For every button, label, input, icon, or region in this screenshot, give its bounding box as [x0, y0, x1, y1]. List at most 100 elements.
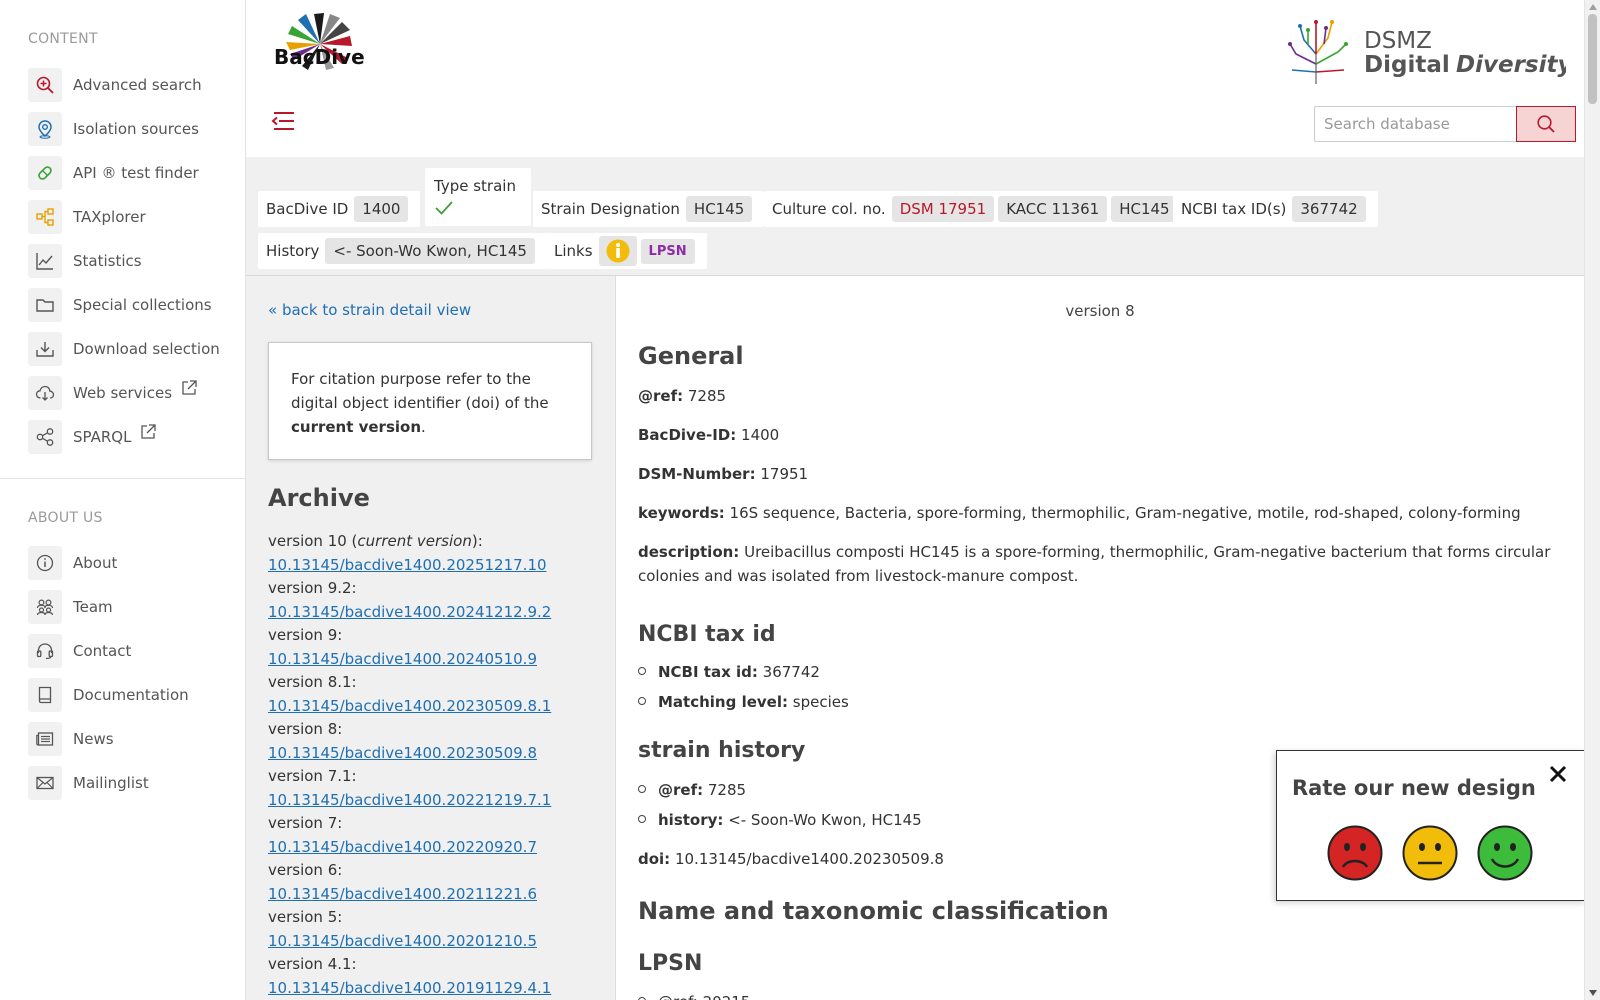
newspaper-icon [28, 722, 62, 756]
search-bar [1314, 106, 1576, 142]
scroll-down-arrow[interactable] [1589, 990, 1597, 996]
sidebar-item-contact[interactable]: Contact [0, 629, 245, 673]
archive-version-label: version 8.1: [268, 673, 357, 691]
ncbi-tax-chip[interactable]: 367742 [1292, 196, 1366, 222]
search-button[interactable] [1516, 106, 1576, 142]
strain-info-bar: BacDive ID 1400 Type strain Strain Desig… [246, 157, 1584, 276]
bacdive-id-box: BacDive ID 1400 [258, 191, 421, 227]
archive-doi-link[interactable]: 10.13145/bacdive1400.20240510.9 [268, 648, 608, 672]
sidebar-item-web-services[interactable]: Web services [0, 371, 245, 415]
culture-col-box: Culture col. no. DSM 17951 KACC 11361 HC… [764, 191, 1190, 227]
sad-face-icon[interactable] [1327, 825, 1383, 881]
archive-doi-link[interactable]: 10.13145/bacdive1400.20211221.6 [268, 883, 608, 907]
field-keywords: keywords: 16S sequence, Bacteria, spore-… [638, 504, 1521, 522]
menu-collapse-icon[interactable] [270, 108, 296, 134]
close-icon[interactable] [1547, 763, 1569, 785]
culture-col-chip-kacc: KACC 11361 [998, 196, 1108, 222]
sidebar-item-label: Advanced search [73, 76, 202, 94]
sidebar-item-label: Statistics [73, 252, 142, 270]
lpsn-link-chip[interactable]: LPSN [640, 238, 695, 264]
archive-doi-link[interactable]: 10.13145/bacdive1400.20251217.10 [268, 554, 608, 578]
sidebar-item-team[interactable]: Team [0, 585, 245, 629]
archive-version-label: version 8: [268, 720, 343, 738]
archive-doi-link[interactable]: 10.13145/bacdive1400.20221219.7.1 [268, 789, 608, 813]
hierarchy-icon [28, 200, 62, 234]
field-lpsn-ref: @ref: 20215 [638, 991, 1558, 1000]
dsmz-logo[interactable]: DSMZ Digital Diversity [1286, 14, 1566, 86]
scroll-thumb[interactable] [1588, 14, 1597, 104]
archive-doi-link[interactable]: 10.13145/bacdive1400.20230509.8 [268, 742, 608, 766]
archive-version-label: version 5: [268, 908, 343, 926]
history-label: History [266, 242, 320, 260]
sidebar-item-download-selection[interactable]: Download selection [0, 327, 245, 371]
sidebar-item-mailinglist[interactable]: Mailinglist [0, 761, 245, 805]
happy-face-icon[interactable] [1477, 825, 1533, 881]
sidebar-item-about[interactable]: About [0, 541, 245, 585]
location-pin-icon [28, 112, 62, 146]
archive-version-label: version 7.1: [268, 767, 357, 785]
search-input[interactable] [1314, 106, 1516, 142]
sidebar: CONTENT Advanced search Isolation source… [0, 0, 246, 1000]
ncbi-tax-label: NCBI tax ID(s) [1181, 200, 1287, 218]
sidebar-item-label: Contact [73, 642, 132, 660]
sidebar-item-label: Web services [73, 384, 173, 402]
dsmz-logo-line2a: Digital [1364, 52, 1450, 78]
sidebar-item-documentation[interactable]: Documentation [0, 673, 245, 717]
rating-title: Rate our new design [1292, 776, 1536, 800]
share-nodes-icon [28, 420, 62, 454]
archive-version-label: version 6: [268, 861, 343, 879]
section-title-ncbi: NCBI tax id [638, 622, 776, 647]
sidebar-item-statistics[interactable]: Statistics [0, 239, 245, 283]
sidebar-item-label: Isolation sources [73, 120, 199, 138]
headset-icon [28, 634, 62, 668]
version-label: version 8 [1065, 302, 1135, 320]
sidebar-item-sparql[interactable]: SPARQL [0, 415, 245, 459]
sidebar-item-label: Documentation [73, 686, 189, 704]
links-label: Links [554, 242, 593, 260]
ncbi-tax-box: NCBI tax ID(s) 367742 [1173, 191, 1378, 227]
archive-version-label: version 7: [268, 814, 343, 832]
external-link-icon [182, 380, 197, 395]
sidebar-item-api-test-finder[interactable]: API ® test finder [0, 151, 245, 195]
search-icon [1537, 115, 1555, 133]
sidebar-item-news[interactable]: News [0, 717, 245, 761]
info-icon [28, 546, 62, 580]
archive-doi-link[interactable]: 10.13145/bacdive1400.20220920.7 [268, 836, 608, 860]
field-ref: @ref: 7285 [638, 387, 727, 405]
info-badge-icon [606, 239, 630, 263]
sidebar-heading-about: ABOUT US [28, 510, 103, 526]
bacdive-logo[interactable]: BacDive [268, 10, 372, 92]
sidebar-item-advanced-search[interactable]: Advanced search [0, 63, 245, 107]
info-link-chip[interactable] [598, 236, 637, 266]
archive-doi-link[interactable]: 10.13145/bacdive1400.20241212.9.2 [268, 601, 608, 625]
culture-col-chip-hc: HC145 [1111, 196, 1178, 222]
archive-list: version 10 (current version): 10.13145/b… [268, 530, 608, 1000]
envelope-icon [28, 766, 62, 800]
pill-icon [28, 156, 62, 190]
sidebar-item-label: About [73, 554, 118, 572]
page-scrollbar[interactable] [1584, 0, 1600, 1000]
sidebar-item-isolation-sources[interactable]: Isolation sources [0, 107, 245, 151]
archive-doi-link[interactable]: 10.13145/bacdive1400.20201210.5 [268, 930, 608, 954]
links-box: Links LPSN [546, 233, 707, 269]
citation-box: For citation purpose refer to the digita… [268, 342, 592, 460]
scroll-up-arrow[interactable] [1589, 4, 1597, 10]
back-to-strain-link[interactable]: « back to strain detail view [268, 301, 471, 319]
bacdive-id-label: BacDive ID [266, 200, 349, 218]
neutral-face-icon[interactable] [1402, 825, 1458, 881]
folder-icon [28, 288, 62, 322]
archive-doi-link[interactable]: 10.13145/bacdive1400.20230509.8.1 [268, 695, 608, 719]
archive-doi-link[interactable]: 10.13145/bacdive1400.20191129.4.1 [268, 977, 608, 1000]
strain-designation-box: Strain Designation HC145 [533, 191, 765, 227]
citation-text: For citation purpose refer to the digita… [291, 370, 549, 412]
culture-col-chip-dsm[interactable]: DSM 17951 [891, 196, 995, 222]
rate-design-popup: Rate our new design [1276, 750, 1586, 901]
sidebar-item-taxplorer[interactable]: TAXplorer [0, 195, 245, 239]
sidebar-item-special-collections[interactable]: Special collections [0, 283, 245, 327]
citation-text-bold: current version [291, 418, 422, 436]
sidebar-item-label: Mailinglist [73, 774, 149, 792]
field-dsm-number: DSM-Number: 17951 [638, 465, 809, 483]
line-chart-icon [28, 244, 62, 278]
download-icon [28, 332, 62, 366]
archive-version-label: version 4.1: [268, 955, 357, 973]
